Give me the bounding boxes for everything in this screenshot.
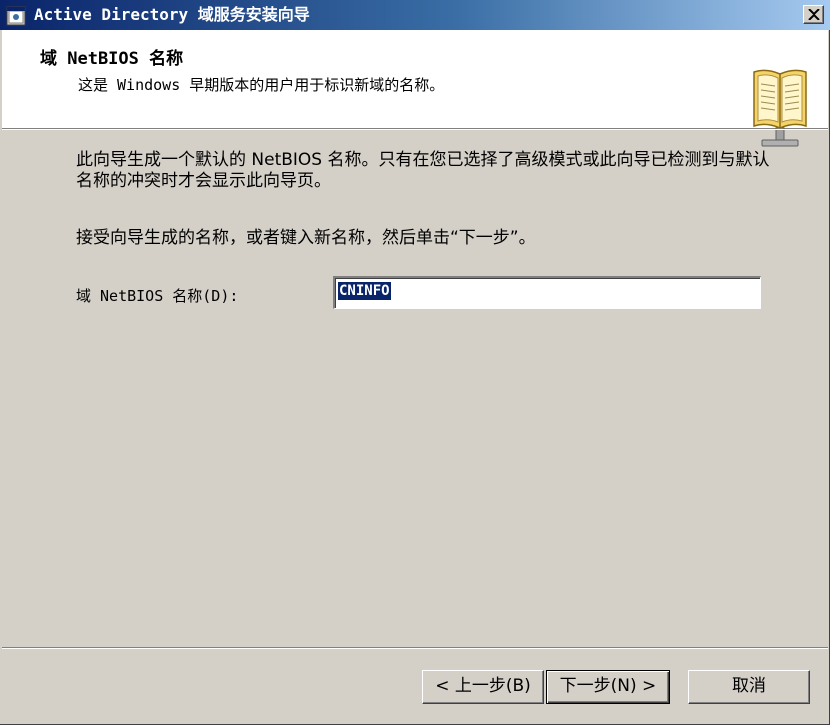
header-divider [2, 129, 828, 130]
window-title: Active Directory 域服务安装向导 [34, 5, 310, 24]
netbios-name-input[interactable] [333, 276, 761, 309]
netbios-name-label: 域 NetBIOS 名称(D): [76, 287, 239, 305]
title-bar[interactable]: Active Directory 域服务安装向导 [0, 0, 830, 30]
cancel-button[interactable]: 取消 [688, 670, 810, 704]
page-title: 域 NetBIOS 名称 [40, 49, 184, 69]
netbios-name-value[interactable]: CNINFO [338, 282, 391, 300]
book-icon [750, 68, 810, 148]
wizard-window: Active Directory 域服务安装向导 域 NetBIOS 名称 这是… [0, 0, 830, 725]
instruction-text: 接受向导生成的名称，或者键入新名称，然后单击“下一步”。 [76, 228, 536, 248]
next-button[interactable]: 下一步(N) > [546, 670, 670, 704]
footer-divider-highlight [2, 648, 828, 649]
back-button[interactable]: < 上一步(B) [422, 670, 544, 704]
description-text: 此向导生成一个默认的 NetBIOS 名称。只有在您已选择了高级模式或此向导已检… [76, 150, 770, 191]
close-icon [808, 9, 820, 20]
wizard-header: 域 NetBIOS 名称 这是 Windows 早期版本的用户用于标识新域的名称… [2, 30, 828, 147]
close-button[interactable] [803, 5, 824, 24]
page-subtitle: 这是 Windows 早期版本的用户用于标识新域的名称。 [78, 76, 445, 94]
app-icon [6, 6, 26, 26]
